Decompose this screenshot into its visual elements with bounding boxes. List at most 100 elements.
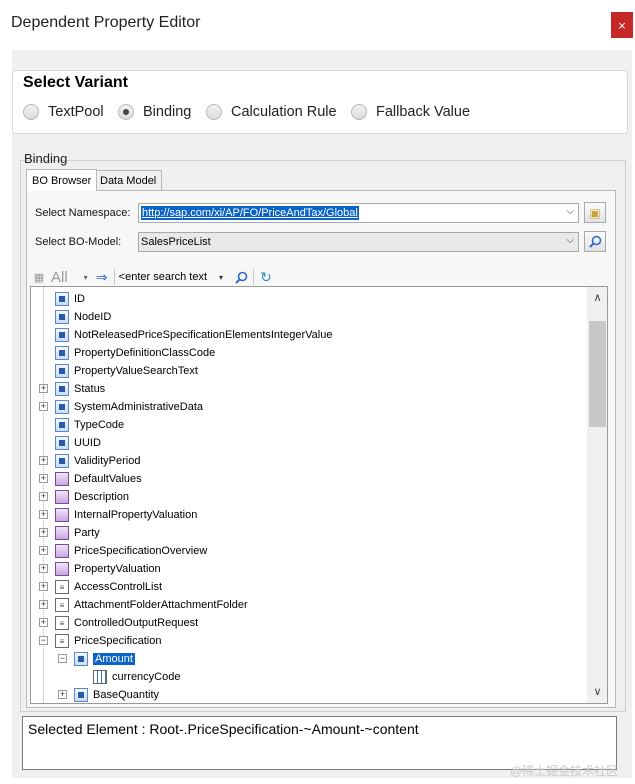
radio-label-calculation-rule: Calculation Rule <box>231 104 337 120</box>
search-icon-glyph <box>234 271 247 284</box>
tree-item[interactable]: PropertyDefinitionClassCode <box>55 344 215 362</box>
tree-item-label: NodeID <box>74 311 112 323</box>
bo-model-select[interactable]: SalesPriceList ⌵ <box>138 232 579 252</box>
chevron-down-icon[interactable]: ⌵ <box>566 206 574 217</box>
refresh-icon[interactable]: ↻ <box>258 269 274 285</box>
tab-bo-browser[interactable]: BO Browser <box>26 169 98 191</box>
expand-icon[interactable]: + <box>39 402 48 411</box>
title-bar: Dependent Property Editor × <box>0 0 635 46</box>
radio-fallback-value[interactable]: Fallback Value <box>351 104 470 120</box>
tree-item[interactable]: InternalPropertyValuation <box>55 506 197 524</box>
radio-calculation-rule[interactable]: Calculation Rule <box>206 104 337 120</box>
tree-item[interactable]: Status <box>55 380 105 398</box>
search-dropdown-icon[interactable]: ▾ <box>213 270 229 284</box>
expand-icon[interactable]: + <box>39 384 48 393</box>
tree-item[interactable]: ≡ AttachmentFolderAttachmentFolder <box>55 596 248 614</box>
toolbar-separator <box>253 269 255 285</box>
radio-label-binding: Binding <box>143 104 192 120</box>
attribute-icon <box>93 670 107 684</box>
expand-icon[interactable]: + <box>39 510 48 519</box>
search-icon[interactable] <box>233 270 249 284</box>
scroll-up-icon[interactable]: ∧ <box>587 291 607 309</box>
tree-item-label: AttachmentFolderAttachmentFolder <box>74 599 248 611</box>
tree-item[interactable]: PropertyValuation <box>55 560 161 578</box>
tree-item-label: SystemAdministrativeData <box>74 401 203 413</box>
grid-icon[interactable]: ▦ <box>31 270 47 284</box>
tree-scrollbar[interactable]: ∧ ∨ <box>587 287 607 703</box>
filter-all-label[interactable]: All <box>51 269 68 286</box>
expand-icon[interactable]: + <box>39 492 48 501</box>
tab-data-model[interactable]: Data Model <box>94 170 163 190</box>
expand-icon[interactable]: + <box>39 600 48 609</box>
tree-item-label: UUID <box>74 437 101 449</box>
radio-textpool[interactable]: TextPool <box>23 104 104 120</box>
expand-icon[interactable]: + <box>39 564 48 573</box>
tree-item[interactable]: Party <box>55 524 100 542</box>
tree-item-label: ValidityPeriod <box>74 455 141 467</box>
radio-binding[interactable]: Binding <box>118 104 191 120</box>
tree-item[interactable]: ValidityPeriod <box>55 452 140 470</box>
variant-title: Select Variant <box>23 74 128 91</box>
expand-icon[interactable]: + <box>39 528 48 537</box>
tree-toolbar: ▦ All ▾ ⇒ <enter search text ▾ ↻ <box>31 266 607 288</box>
radio-dot-textpool[interactable] <box>23 104 39 120</box>
tree-item[interactable]: TypeCode <box>55 416 124 434</box>
element-icon <box>55 310 69 324</box>
bo-model-value: SalesPriceList <box>141 236 211 248</box>
radio-dot-binding[interactable] <box>118 104 134 120</box>
expand-icon[interactable]: + <box>39 456 48 465</box>
tree-item-label: ControlledOutputRequest <box>74 617 199 629</box>
browse-namespace-button[interactable]: ▣ <box>584 202 606 223</box>
radio-dot-fallback-value[interactable] <box>351 104 367 120</box>
tree-item[interactable]: Amount <box>74 650 135 668</box>
collapse-icon[interactable]: − <box>58 654 67 663</box>
tree-item-label: PriceSpecification <box>74 635 162 647</box>
search-text-input[interactable]: <enter search text <box>119 271 207 283</box>
radio-label-fallback-value: Fallback Value <box>376 104 471 120</box>
expand-icon[interactable]: + <box>39 582 48 591</box>
tree-item[interactable]: currencyCode <box>93 668 180 686</box>
tree-item[interactable]: UUID <box>55 434 101 452</box>
tree-item[interactable]: NodeID <box>55 308 111 326</box>
element-icon <box>74 652 88 666</box>
search-bo-model-button[interactable] <box>584 231 606 252</box>
tree-item[interactable]: ≡ ControlledOutputRequest <box>55 614 198 632</box>
scroll-thumb[interactable] <box>589 321 606 427</box>
tree-item-label: BaseQuantity <box>93 689 160 701</box>
chevron-down-icon[interactable]: ⌵ <box>566 235 574 246</box>
search-icon <box>588 235 601 248</box>
element-icon <box>55 436 69 450</box>
tree-item[interactable]: ID <box>55 290 85 308</box>
association-icon <box>55 544 69 558</box>
tree-content: ID NodeID NotReleasedPriceSpecificationEle… <box>31 287 587 703</box>
tree-item[interactable]: SystemAdministrativeData <box>55 398 203 416</box>
tree-item[interactable]: BaseQuantity <box>74 686 160 703</box>
radio-dot-calculation-rule[interactable] <box>206 104 222 120</box>
tree-item[interactable]: ≡ PriceSpecification <box>55 632 161 650</box>
expand-icon[interactable]: + <box>58 690 67 699</box>
tree-item[interactable]: NotReleasedPriceSpecificationElementsInt… <box>55 326 332 344</box>
tree-item[interactable]: Description <box>55 488 129 506</box>
association-icon <box>55 562 69 576</box>
element-icon <box>55 382 69 396</box>
tree-item-label: Description <box>74 491 130 503</box>
node-icon: ≡ <box>55 616 69 630</box>
expand-icon[interactable]: + <box>39 474 48 483</box>
tree-item-label: PropertyValueSearchText <box>74 365 198 377</box>
scroll-down-icon[interactable]: ∨ <box>587 685 607 703</box>
dropdown-icon[interactable]: ▾ <box>78 270 94 284</box>
close-button[interactable]: × <box>611 12 633 38</box>
expand-icon[interactable]: + <box>39 618 48 627</box>
tree-item[interactable]: PropertyValueSearchText <box>55 362 198 380</box>
tree-item[interactable]: PriceSpecificationOverview <box>55 542 207 560</box>
collapse-icon[interactable]: − <box>39 636 48 645</box>
tree-item-label: NotReleasedPriceSpecificationElementsInt… <box>74 329 333 341</box>
tree-item-label: Party <box>74 527 100 539</box>
arrow-right-icon[interactable]: ⇒ <box>94 269 110 285</box>
tree-item[interactable]: DefaultValues <box>55 470 142 488</box>
association-icon <box>55 526 69 540</box>
namespace-select[interactable]: http://sap.com/xi/AP/FO/PriceAndTax/Glob… <box>138 203 579 223</box>
tree-item[interactable]: ≡ AccessControlList <box>55 578 162 596</box>
expand-icon[interactable]: + <box>39 546 48 555</box>
watermark: @稀土掘金技术社区 <box>510 764 619 778</box>
